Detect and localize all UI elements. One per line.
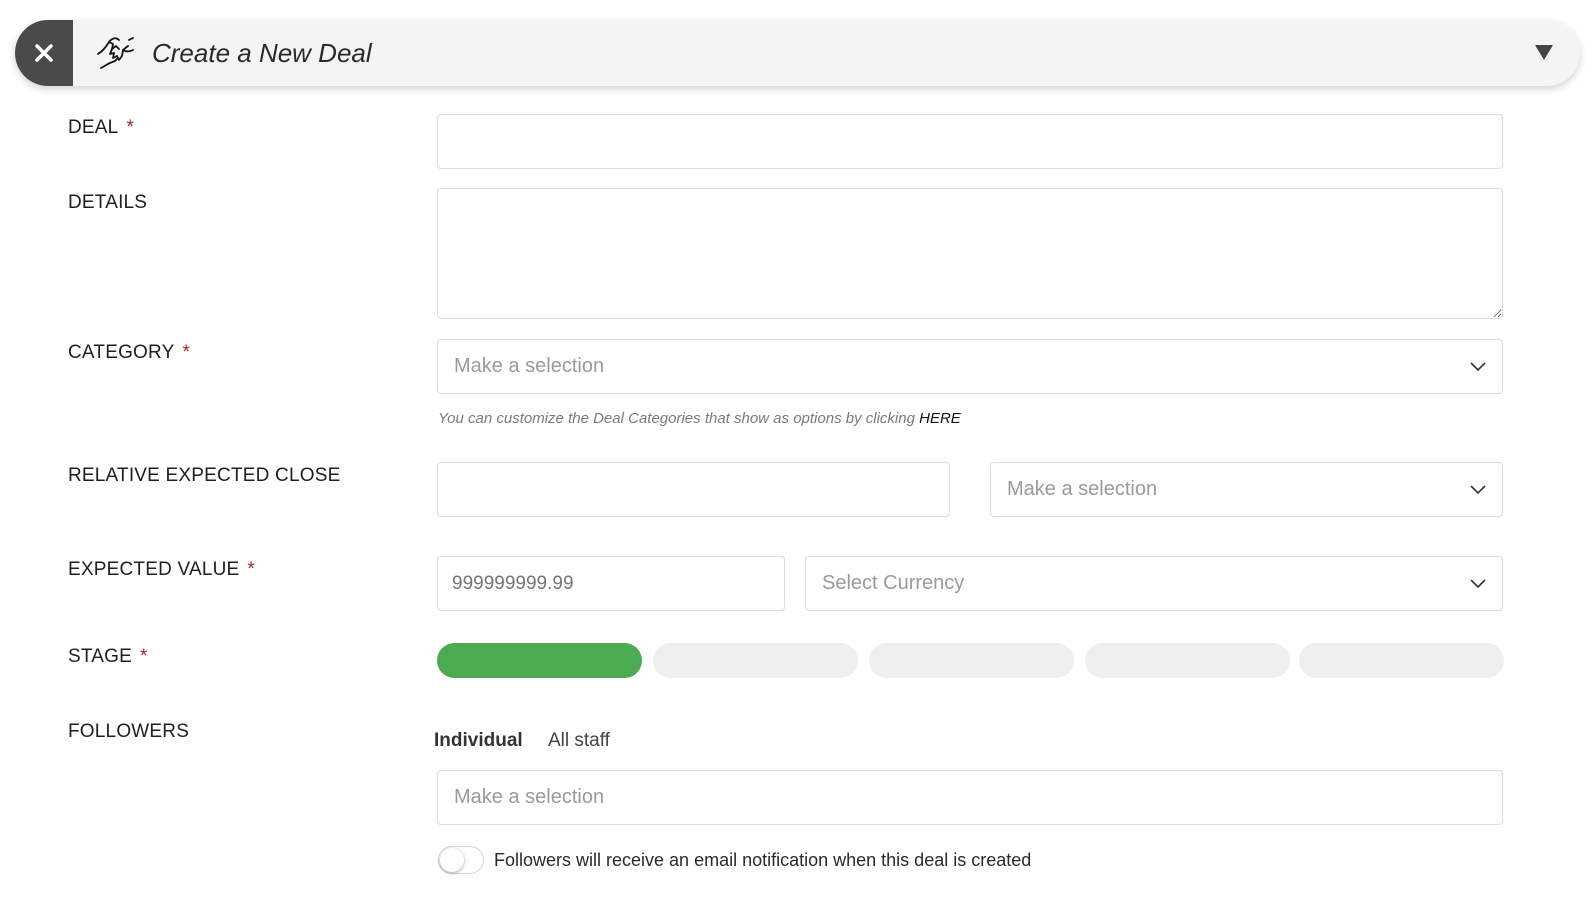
expected-value-input[interactable] xyxy=(437,556,785,611)
details-textarea[interactable] xyxy=(437,188,1503,319)
stage-pill-2[interactable] xyxy=(653,643,858,678)
currency-select[interactable]: Select Currency xyxy=(805,556,1503,611)
close-icon xyxy=(35,44,53,62)
tab-all-staff[interactable]: All staff xyxy=(548,730,610,752)
stage-pill-4[interactable] xyxy=(1085,643,1290,678)
triangle-down-icon[interactable] xyxy=(1534,42,1554,62)
chevron-down-icon xyxy=(1470,578,1486,588)
required-mark: * xyxy=(247,559,255,580)
required-mark: * xyxy=(182,342,191,363)
stage-label: STAGE * xyxy=(68,646,148,668)
close-button[interactable] xyxy=(15,20,73,86)
relative-close-amount-input[interactable] xyxy=(437,462,950,517)
stage-label-text: STAGE xyxy=(68,646,132,667)
notify-followers-toggle[interactable] xyxy=(438,846,484,874)
notify-followers-label: Followers will receive an email notifica… xyxy=(494,850,1032,870)
stage-pill-3[interactable] xyxy=(869,643,1074,678)
followers-label: FOLLOWERS xyxy=(68,721,190,742)
deal-label-text: DEAL xyxy=(68,117,119,138)
chevron-down-icon xyxy=(1470,361,1486,371)
stage-pill-1[interactable] xyxy=(437,643,642,678)
handshake-icon xyxy=(97,37,134,69)
required-mark: * xyxy=(140,646,148,667)
category-placeholder: Make a selection xyxy=(454,355,605,377)
details-label: DETAILS xyxy=(68,192,148,213)
tab-individual[interactable]: Individual xyxy=(434,730,523,752)
category-label-text: CATEGORY xyxy=(68,342,175,363)
category-help-message: You can customize the Deal Categories th… xyxy=(438,410,915,427)
relative-close-unit-select[interactable]: Make a selection xyxy=(990,462,1503,517)
category-help-text: You can customize the Deal Categories th… xyxy=(438,410,961,427)
required-mark: * xyxy=(126,117,135,138)
category-select[interactable]: Make a selection xyxy=(437,339,1503,394)
customize-categories-link[interactable]: HERE xyxy=(919,410,961,427)
dialog-title: Create a New Deal xyxy=(152,37,372,68)
followers-placeholder: Make a selection xyxy=(454,786,605,808)
expected-value-label: EXPECTED VALUE * xyxy=(68,559,255,581)
category-label: CATEGORY * xyxy=(68,342,190,364)
currency-placeholder: Select Currency xyxy=(822,572,965,594)
dialog-header: Create a New Deal xyxy=(15,20,1580,86)
chevron-down-icon xyxy=(1470,484,1486,494)
relative-expected-close-label: RELATIVE EXPECTED CLOSE xyxy=(68,465,341,486)
deal-input[interactable] xyxy=(437,114,1503,169)
stage-pill-5[interactable] xyxy=(1299,643,1504,678)
toggle-knob xyxy=(440,848,464,872)
deal-label: DEAL * xyxy=(68,117,134,139)
relative-close-unit-placeholder: Make a selection xyxy=(1007,478,1158,500)
expected-value-label-text: EXPECTED VALUE xyxy=(68,559,240,580)
followers-select[interactable]: Make a selection xyxy=(437,770,1503,825)
